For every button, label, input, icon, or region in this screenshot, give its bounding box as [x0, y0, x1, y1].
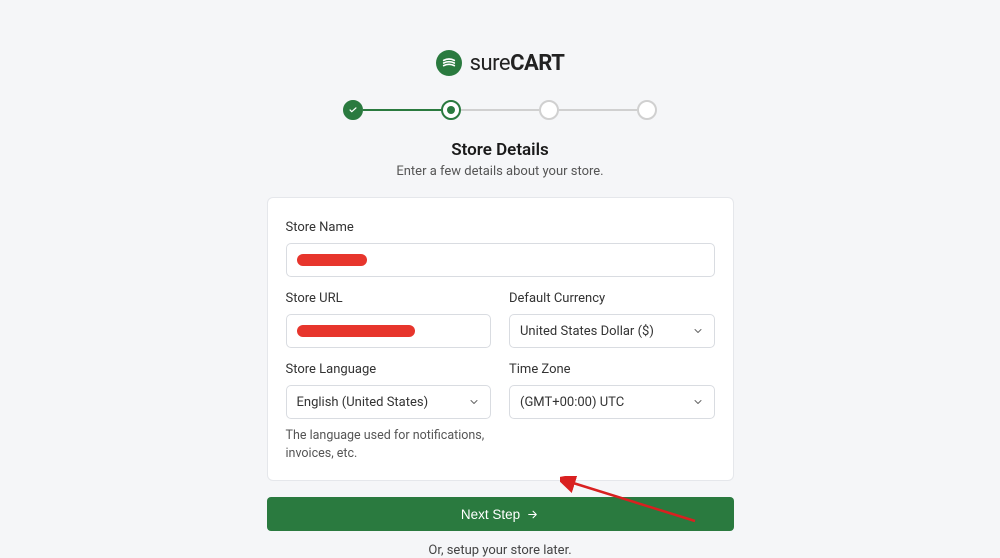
store-name-label: Store Name [286, 220, 715, 235]
step-connector [363, 109, 441, 111]
currency-label: Default Currency [509, 291, 715, 306]
language-select[interactable]: English (United States) [286, 385, 492, 419]
store-name-input[interactable] [286, 243, 715, 277]
step-2-active [441, 100, 461, 120]
brand-name: sureCART [470, 51, 565, 76]
chevron-down-icon [468, 396, 480, 408]
language-label: Store Language [286, 362, 492, 377]
step-4 [637, 100, 657, 120]
progress-stepper [267, 100, 734, 120]
setup-later-link[interactable]: Or, setup your store later. [267, 543, 734, 558]
timezone-value: (GMT+00:00) UTC [520, 395, 624, 410]
arrow-right-icon [526, 508, 539, 521]
store-url-label: Store URL [286, 291, 492, 306]
next-step-button[interactable]: Next Step [267, 497, 734, 531]
brand-logo: sureCART [267, 50, 734, 76]
language-value: English (United States) [297, 395, 429, 410]
next-step-label: Next Step [461, 507, 520, 522]
step-connector [461, 109, 539, 111]
step-1-done [343, 100, 363, 120]
language-helper: The language used for notifications, inv… [286, 427, 492, 462]
redacted-value [297, 325, 415, 337]
redacted-value [297, 254, 367, 266]
step-connector [559, 109, 637, 111]
logo-icon [436, 50, 462, 76]
page-title: Store Details [267, 140, 734, 160]
page-heading: Store Details Enter a few details about … [267, 140, 734, 179]
chevron-down-icon [692, 396, 704, 408]
timezone-select[interactable]: (GMT+00:00) UTC [509, 385, 715, 419]
currency-select[interactable]: United States Dollar ($) [509, 314, 715, 348]
page-subtitle: Enter a few details about your store. [267, 164, 734, 179]
currency-value: United States Dollar ($) [520, 324, 654, 339]
form-card: Store Name Store URL Default Currency Un [267, 197, 734, 481]
chevron-down-icon [692, 325, 704, 337]
store-url-input[interactable] [286, 314, 492, 348]
step-3 [539, 100, 559, 120]
timezone-label: Time Zone [509, 362, 715, 377]
